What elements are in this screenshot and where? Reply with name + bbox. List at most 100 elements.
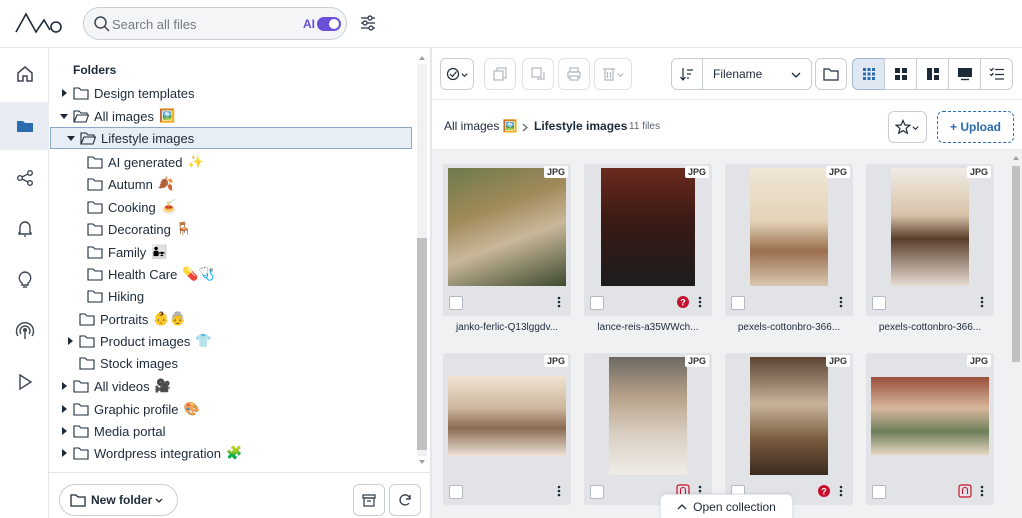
breadcrumb-root[interactable]: All images 🖼️ <box>444 119 518 133</box>
select-menu-button[interactable] <box>440 58 474 90</box>
alert-icon[interactable]: ? <box>817 484 831 498</box>
file-name[interactable]: lance-reis-a35WWch... <box>584 322 712 333</box>
folder-node-portraits[interactable]: Portraits 👶👵 <box>79 308 186 330</box>
file-card[interactable]: JPG? <box>725 353 853 505</box>
file-name[interactable]: pexels-cottonbro-366... <box>725 322 853 333</box>
nav-files[interactable] <box>0 102 49 150</box>
file-name[interactable]: janko-ferlic-Q13lggdv... <box>443 322 571 333</box>
sort-select[interactable]: Filename <box>702 58 812 90</box>
thumbnail-image[interactable] <box>601 168 695 286</box>
nav-broadcast[interactable] <box>0 307 49 355</box>
view-presentation[interactable] <box>948 58 981 90</box>
caret-right-icon[interactable] <box>59 88 69 98</box>
search-input[interactable] <box>112 15 292 33</box>
caret-right-icon[interactable] <box>65 336 75 346</box>
select-checkbox[interactable] <box>590 296 604 310</box>
refresh-button[interactable] <box>389 484 421 516</box>
thumbnail-frame[interactable] <box>443 164 571 290</box>
thumbnail-frame[interactable] <box>725 353 853 479</box>
thumbnail-image[interactable] <box>750 168 828 286</box>
folder-node-autumn[interactable]: Autumn 🍂 <box>87 173 174 195</box>
view-small-grid[interactable] <box>852 58 885 90</box>
more-options-icon[interactable] <box>980 295 984 309</box>
thumbnail-image[interactable] <box>609 357 687 475</box>
grid-scrollbar[interactable] <box>1010 150 1022 518</box>
copy-button[interactable] <box>484 58 516 90</box>
more-options-icon[interactable] <box>839 295 843 309</box>
print-button[interactable] <box>558 58 590 90</box>
favorite-button[interactable] <box>888 111 927 143</box>
open-collection-button[interactable]: Open collection <box>660 494 793 518</box>
caret-down-icon[interactable] <box>59 111 69 121</box>
file-name[interactable]: pexels-cottonbro-366... <box>866 322 994 333</box>
folder-node-stock-images[interactable]: Stock images <box>79 352 183 374</box>
thumbnail-image[interactable] <box>871 377 989 455</box>
alert-icon[interactable]: ? <box>676 295 690 309</box>
scroll-down-icon[interactable] <box>418 458 426 466</box>
scroll-up-icon[interactable] <box>1012 154 1020 162</box>
nav-ideas[interactable] <box>0 256 49 304</box>
select-checkbox[interactable] <box>731 296 745 310</box>
file-card[interactable]: JPG <box>866 353 994 505</box>
caret-right-icon[interactable] <box>59 426 69 436</box>
search-box[interactable]: AI <box>83 7 347 40</box>
thumbnail-frame[interactable] <box>725 164 853 290</box>
select-checkbox[interactable] <box>872 296 886 310</box>
caret-down-icon[interactable] <box>66 133 76 143</box>
select-checkbox[interactable] <box>590 485 604 499</box>
folder-node-all-videos[interactable]: All videos 🎥 <box>59 375 171 397</box>
folder-node-wordpress-integration[interactable]: Wordpress integration 🧩 <box>59 442 242 464</box>
folder-node-hiking[interactable]: Hiking <box>87 285 149 307</box>
grid-scroll-thumb[interactable] <box>1012 166 1020 362</box>
new-folder-button[interactable]: New folder <box>59 484 178 516</box>
folder-node-product-images[interactable]: Product images 👕 <box>65 330 212 352</box>
folder-node-graphic-profile[interactable]: Graphic profile 🎨 <box>59 398 200 420</box>
more-options-icon[interactable] <box>839 484 843 498</box>
scroll-up-icon[interactable] <box>418 54 426 62</box>
thumbnail-frame[interactable] <box>584 164 712 290</box>
view-masonry[interactable] <box>916 58 949 90</box>
folder-node-family[interactable]: Family 👨‍👧 <box>87 241 167 263</box>
thumbnail-image[interactable] <box>448 376 566 456</box>
more-options-icon[interactable] <box>557 484 561 498</box>
file-card[interactable]: JPG <box>725 164 853 316</box>
nav-home[interactable] <box>0 50 49 98</box>
view-large-grid[interactable] <box>884 58 917 90</box>
select-checkbox[interactable] <box>449 485 463 499</box>
folder-node-cooking[interactable]: Cooking 🍝 <box>87 196 177 218</box>
file-card[interactable]: JPG? <box>584 164 712 316</box>
view-list[interactable] <box>980 58 1013 90</box>
ai-brain-icon[interactable] <box>958 484 972 498</box>
archive-button[interactable] <box>353 484 385 516</box>
thumbnail-frame[interactable] <box>866 353 994 479</box>
thumbnail-frame[interactable] <box>443 353 571 479</box>
folder-node-decorating[interactable]: Decorating 🪑 <box>87 218 192 240</box>
ai-toggle[interactable] <box>317 17 341 31</box>
move-button[interactable] <box>522 58 554 90</box>
select-checkbox[interactable] <box>449 296 463 310</box>
thumbnail-image[interactable] <box>448 168 566 286</box>
nav-share[interactable] <box>0 154 49 202</box>
thumbnail-frame[interactable] <box>866 164 994 290</box>
tree-scrollbar[interactable] <box>416 54 428 466</box>
folder-node-ai-generated[interactable]: AI generated ✨ <box>87 151 204 173</box>
select-checkbox[interactable] <box>872 485 886 499</box>
more-options-icon[interactable] <box>980 484 984 498</box>
folder-view-button[interactable] <box>815 58 847 90</box>
caret-right-icon[interactable] <box>59 404 69 414</box>
caret-right-icon[interactable] <box>59 381 69 391</box>
caret-right-icon[interactable] <box>59 448 69 458</box>
upload-button[interactable]: + Upload <box>937 111 1014 143</box>
delete-button[interactable] <box>594 58 632 90</box>
thumbnail-image[interactable] <box>750 357 828 475</box>
folder-node-media-portal[interactable]: Media portal <box>59 420 171 442</box>
thumbnail-frame[interactable] <box>584 353 712 479</box>
file-card[interactable]: JPG <box>866 164 994 316</box>
folder-node-design-templates[interactable]: Design templates <box>59 82 199 104</box>
more-options-icon[interactable] <box>698 295 702 309</box>
nav-video[interactable] <box>0 358 49 406</box>
file-card[interactable]: JPG <box>584 353 712 505</box>
nav-notifications[interactable] <box>0 205 49 253</box>
thumbnail-image[interactable] <box>891 168 969 286</box>
sort-direction-button[interactable] <box>671 58 703 90</box>
